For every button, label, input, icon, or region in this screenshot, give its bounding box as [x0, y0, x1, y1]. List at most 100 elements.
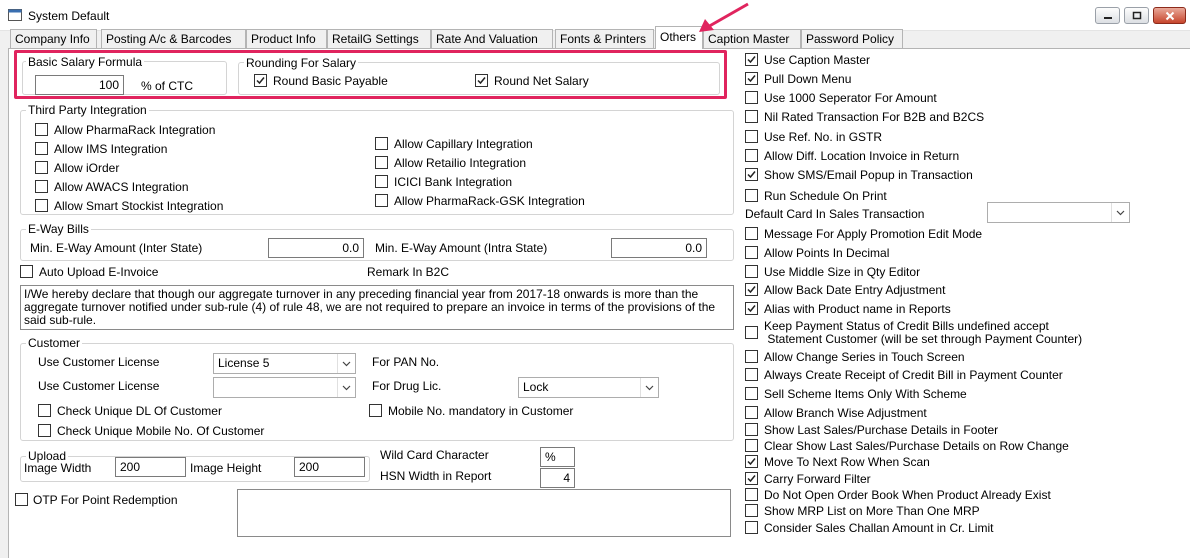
mobile-mandatory-label: Mobile No. mandatory in Customer [388, 404, 574, 418]
auto-upload-einvoice-checkbox[interactable] [20, 265, 33, 278]
capillary-checkbox[interactable] [375, 137, 388, 150]
window-title: System Default [28, 9, 110, 23]
eway-intra-label: Min. E-Way Amount (Intra State) [375, 241, 548, 255]
iorder-checkbox[interactable] [35, 161, 48, 174]
right-option-checkbox[interactable] [745, 472, 758, 485]
eway-intra-input[interactable]: 0.0 [611, 238, 707, 258]
right-option-label: Show SMS/Email Popup in Transaction [764, 168, 973, 182]
image-height-label: Image Height [190, 461, 262, 475]
right-option-label: Nil Rated Transaction For B2B and B2CS [764, 110, 985, 124]
tab-company-info[interactable]: Company Info [10, 29, 97, 48]
right-option-checkbox[interactable] [745, 455, 758, 468]
hsn-width-input[interactable]: 4 [540, 468, 575, 488]
right-option-checkbox[interactable] [745, 387, 758, 400]
image-width-input[interactable]: 200 [115, 457, 186, 477]
right-option-label: Message For Apply Promotion Edit Mode [764, 227, 983, 241]
right-option-label: Use 1000 Seperator For Amount [764, 91, 937, 105]
close-button[interactable] [1153, 7, 1186, 24]
retailio-label: Allow Retailio Integration [394, 156, 527, 170]
right-option-checkbox[interactable] [745, 53, 758, 66]
license2-label: Use Customer License [38, 379, 160, 393]
icici-checkbox[interactable] [375, 175, 388, 188]
customer-legend: Customer [26, 336, 83, 350]
iorder-label: Allow iOrder [54, 161, 120, 175]
mobile-mandatory-checkbox[interactable] [369, 404, 382, 417]
capillary-label: Allow Capillary Integration [394, 137, 533, 151]
right-option-checkbox[interactable] [745, 350, 758, 363]
right-option-checkbox[interactable] [745, 168, 758, 181]
right-option-label: Clear Show Last Sales/Purchase Details o… [764, 439, 1069, 453]
otp-redemption-checkbox[interactable] [15, 493, 28, 506]
chevron-down-icon[interactable] [337, 354, 355, 373]
right-option-checkbox[interactable] [745, 110, 758, 123]
image-height-input[interactable]: 200 [294, 457, 365, 477]
right-option-checkbox[interactable] [745, 504, 758, 517]
right-option-label: Show MRP List on More Than One MRP [764, 504, 980, 518]
right-option-label: Consider Sales Challan Amount in Cr. Lim… [764, 521, 994, 535]
right-option-checkbox[interactable] [745, 406, 758, 419]
right-option-checkbox[interactable] [745, 283, 758, 296]
right-option-checkbox[interactable] [745, 439, 758, 452]
tab-product-info[interactable]: Product Info [246, 29, 327, 48]
right-option-label: Pull Down Menu [764, 72, 852, 86]
chevron-down-icon[interactable] [640, 378, 658, 397]
right-option-label: Show Last Sales/Purchase Details in Foot… [764, 423, 999, 437]
remark-b2c-textarea[interactable]: I/We hereby declare that though our aggr… [20, 285, 734, 330]
auto-upload-einvoice-label: Auto Upload E-Invoice [39, 265, 159, 279]
tab-fonts-printers[interactable]: Fonts & Printers [555, 29, 654, 48]
pharmarack-label: Allow PharmaRack Integration [54, 123, 216, 137]
tab-rate-valuation[interactable]: Rate And Valuation [431, 29, 553, 48]
right-option-checkbox[interactable] [745, 368, 758, 381]
salary-highlight [14, 50, 727, 99]
pharmarack-gsk-label: Allow PharmaRack-GSK Integration [394, 194, 585, 208]
minimize-button[interactable] [1095, 7, 1120, 24]
awacs-label: Allow AWACS Integration [54, 180, 189, 194]
wildcard-label: Wild Card Character [380, 448, 489, 462]
drug-lic-label: For Drug Lic. [372, 379, 442, 393]
right-option-checkbox[interactable] [745, 423, 758, 436]
right-option-checkbox[interactable] [745, 488, 758, 501]
right-option-checkbox[interactable] [745, 227, 758, 240]
right-option-checkbox[interactable] [745, 149, 758, 162]
right-option-checkbox[interactable] [745, 302, 758, 315]
right-option-checkbox[interactable] [745, 72, 758, 85]
maximize-button[interactable] [1124, 7, 1149, 24]
right-option-checkbox[interactable] [745, 265, 758, 278]
third-party-legend: Third Party Integration [26, 103, 149, 117]
right-option-label: Allow Diff. Location Invoice in Return [764, 149, 960, 163]
right-option-label: Allow Points In Decimal [764, 246, 890, 260]
wildcard-input[interactable]: % [540, 447, 575, 467]
right-option-checkbox[interactable] [745, 130, 758, 143]
eway-inter-input[interactable]: 0.0 [268, 238, 364, 258]
right-option-checkbox[interactable] [745, 189, 758, 202]
awacs-checkbox[interactable] [35, 180, 48, 193]
keep-payment-label-line1: Keep Payment Status of Credit Bills unde… [764, 319, 1049, 333]
right-option-label: Sell Scheme Items Only With Scheme [764, 387, 967, 401]
keep-payment-checkbox[interactable] [745, 326, 758, 339]
right-option-checkbox[interactable] [745, 521, 758, 534]
pharmarack-gsk-checkbox[interactable] [375, 194, 388, 207]
eway-inter-label: Min. E-Way Amount (Inter State) [30, 241, 203, 255]
tab-posting-barcodes[interactable]: Posting A/c & Barcodes [101, 29, 246, 48]
tab-password-policy[interactable]: Password Policy [801, 29, 903, 48]
right-option-checkbox[interactable] [745, 246, 758, 259]
eway-legend: E-Way Bills [26, 222, 91, 236]
default-card-select[interactable] [987, 202, 1130, 223]
smart-stockist-checkbox[interactable] [35, 199, 48, 212]
check-mobile-checkbox[interactable] [38, 424, 51, 437]
tab-retailg-settings[interactable]: RetailG Settings [327, 29, 431, 48]
license2-select[interactable] [213, 377, 356, 398]
otp-textarea[interactable] [237, 489, 731, 537]
license1-select[interactable]: License 5 [213, 353, 356, 374]
right-option-checkbox[interactable] [745, 91, 758, 104]
retailio-checkbox[interactable] [375, 156, 388, 169]
pharmarack-checkbox[interactable] [35, 123, 48, 136]
chevron-down-icon[interactable] [1111, 203, 1129, 222]
check-dl-checkbox[interactable] [38, 404, 51, 417]
chevron-down-icon[interactable] [337, 378, 355, 397]
smart-stockist-label: Allow Smart Stockist Integration [54, 199, 224, 213]
icici-label: ICICI Bank Integration [394, 175, 513, 189]
checkmark-icon [747, 286, 756, 294]
drug-lic-select[interactable]: Lock [518, 377, 659, 398]
ims-checkbox[interactable] [35, 142, 48, 155]
